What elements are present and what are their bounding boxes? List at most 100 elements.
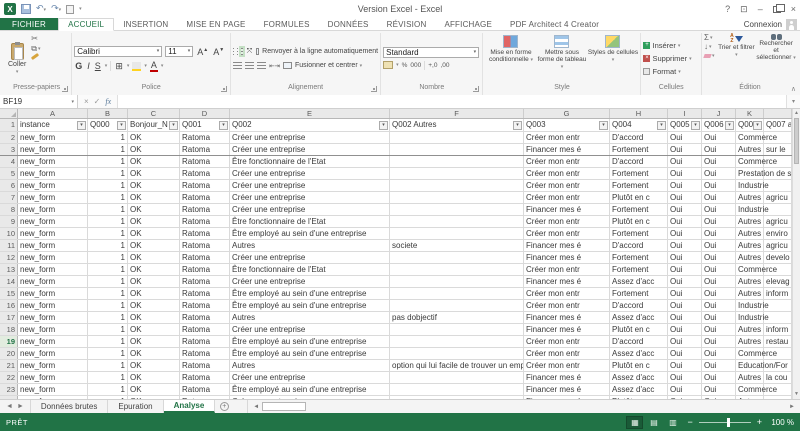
cell[interactable]: OK [128,336,180,347]
cell[interactable]: Fortement [610,144,668,155]
ribbon-tab-accueil[interactable]: ACCUEIL [58,18,114,31]
cell[interactable]: Oui [702,144,736,155]
cell[interactable]: Être fonctionnaire de l'Etat [230,156,390,167]
cell[interactable]: 1 [88,180,128,191]
cell[interactable]: Industrie [736,300,764,311]
cell[interactable]: Education/For [736,360,764,371]
header-cell[interactable]: Q007▾ [736,119,764,131]
cell[interactable]: Créer mon entr [524,348,610,359]
restore-icon[interactable] [773,6,781,13]
cell[interactable] [390,288,524,299]
paste-dropdown-icon[interactable]: ▾ [16,69,19,75]
cell[interactable]: Oui [668,264,702,275]
font-color-icon[interactable]: A [150,60,158,72]
cell[interactable]: 1 [88,204,128,215]
cell[interactable]: Ratoma [180,168,230,179]
cell[interactable]: OK [128,288,180,299]
cell[interactable]: 1 [88,264,128,275]
cell[interactable]: Industrie [736,204,764,215]
italic-button[interactable]: I [86,61,91,71]
header-cell[interactable]: Q001▾ [180,119,230,131]
cell[interactable]: Plutôt en c [610,192,668,203]
header-cell[interactable]: Q005▾ [668,119,702,131]
vertical-scroll-thumb[interactable] [794,118,799,164]
enter-formula-icon[interactable]: ✓ [94,97,101,106]
column-header-G[interactable]: G [524,109,610,118]
customize-qat-icon[interactable]: ▾ [79,6,82,12]
column-header-A[interactable]: A [18,109,88,118]
sheet-tab-analyse[interactable]: Analyse [164,400,216,413]
cell[interactable]: inform [764,324,792,335]
cell[interactable]: Oui [668,276,702,287]
autosum-icon[interactable]: Σ▾ [704,34,715,42]
cell[interactable]: 1 [88,324,128,335]
page-break-view-icon[interactable]: ▥ [664,416,681,429]
borders-icon[interactable]: ⊞ [114,61,124,71]
cell[interactable]: OK [128,396,180,399]
cell[interactable] [390,192,524,203]
touch-mode-icon[interactable] [66,5,74,14]
column-header-D[interactable]: D [180,109,230,118]
row-header-10[interactable]: 10 [0,228,18,239]
cell[interactable]: OK [128,204,180,215]
sheet-tab-données-brutes[interactable]: Données brutes [30,400,108,413]
account-area[interactable]: Connexion [744,18,800,30]
ribbon-tab-formules[interactable]: FORMULES [255,18,319,30]
cell[interactable]: Être employé au sein d'une entreprise [230,336,390,347]
cell[interactable]: Oui [668,336,702,347]
cell[interactable]: 1 [88,312,128,323]
cell[interactable]: 1 [88,276,128,287]
cell[interactable]: OK [128,156,180,167]
cell[interactable]: Oui [668,156,702,167]
cell[interactable]: Créer mon entr [524,132,610,143]
cell[interactable]: Plutôt en c [610,396,668,399]
cell[interactable]: Ratoma [180,372,230,383]
cell[interactable]: Autres [736,216,764,227]
scroll-down-icon[interactable]: ▼ [793,390,800,399]
cell[interactable]: Ratoma [180,252,230,263]
insert-cells-button[interactable]: +Insérer▾ [643,39,699,52]
cell[interactable]: Oui [702,168,736,179]
cell[interactable]: Oui [668,396,702,399]
ribbon-tab-pdf-architect-4-creator[interactable]: PDF Architect 4 Creator [501,18,608,30]
cell[interactable] [390,216,524,227]
cell[interactable]: new_form [18,180,88,191]
cell[interactable]: new_form [18,132,88,143]
cell[interactable]: Ratoma [180,360,230,371]
cell[interactable]: 1 [88,192,128,203]
cell[interactable]: 1 [88,336,128,347]
cell[interactable]: Ratoma [180,312,230,323]
cell[interactable]: Autres [736,252,764,263]
cell[interactable]: Financer mes é [524,276,610,287]
row-header-17[interactable]: 17 [0,312,18,323]
cell[interactable]: Oui [668,360,702,371]
cell[interactable]: Oui [702,276,736,287]
cell[interactable]: OK [128,228,180,239]
cell[interactable]: Créer une entreprise [230,324,390,335]
cell[interactable]: Autres [736,336,764,347]
cell[interactable]: new_form [18,360,88,371]
fill-icon[interactable]: ↓▾ [704,43,715,51]
cell[interactable]: Assez d'acc [610,372,668,383]
cell[interactable]: Être fonctionnaire de l'Etat [230,216,390,227]
cell[interactable]: Oui [702,204,736,215]
cell[interactable]: agricu [764,240,792,251]
cell[interactable]: 1 [88,168,128,179]
cell[interactable]: Oui [668,192,702,203]
header-cell[interactable]: instance▾ [18,119,88,131]
cell[interactable]: Oui [702,336,736,347]
vertical-scrollbar[interactable]: ▲ ▼ [792,109,800,399]
cell[interactable] [390,168,524,179]
collapse-ribbon-icon[interactable]: ∧ [791,85,796,93]
row-header-9[interactable]: 9 [0,216,18,227]
cell[interactable]: Oui [702,132,736,143]
cell[interactable]: Oui [668,144,702,155]
cell[interactable]: Assez d'acc [610,348,668,359]
insert-function-icon[interactable]: fx [105,97,111,106]
cell[interactable]: Ratoma [180,240,230,251]
cell[interactable]: Ratoma [180,336,230,347]
cell[interactable]: OK [128,384,180,395]
row-header-19[interactable]: 19 [0,336,18,347]
align-right-icon[interactable] [257,62,266,69]
indent-icons[interactable]: ⇤⇥ [269,62,280,70]
